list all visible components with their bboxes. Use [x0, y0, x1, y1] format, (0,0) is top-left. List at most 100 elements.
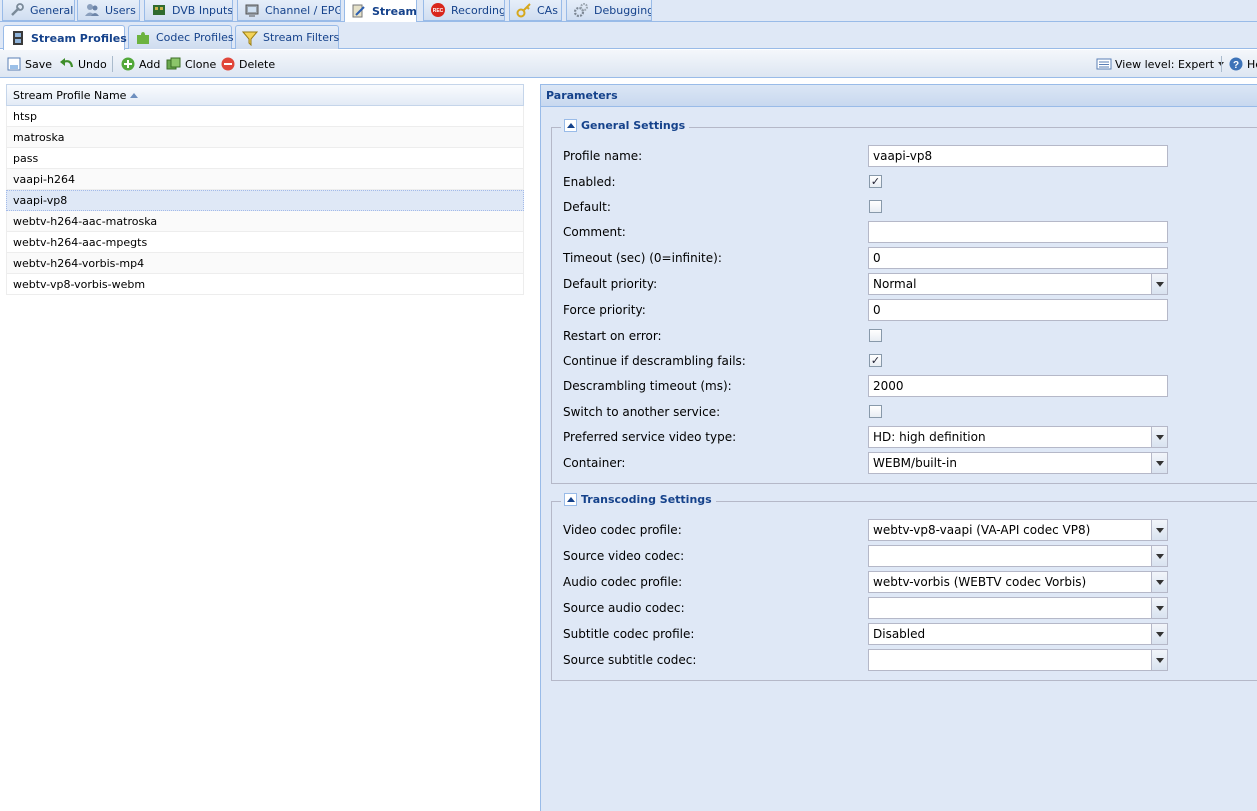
table-row[interactable]: webtv-h264-vorbis-mp4 [6, 253, 524, 274]
tab-label: Recording [451, 3, 505, 17]
force-priority-field[interactable]: 0 [868, 299, 1168, 321]
stream-icon [351, 3, 367, 19]
toolbar: Save Undo Add Clone Delete View level: E… [0, 50, 1257, 78]
tab-recording[interactable]: REC Recording [423, 0, 505, 21]
switch-service-checkbox[interactable] [869, 405, 882, 418]
comment-field[interactable] [868, 221, 1168, 243]
field-label: Source subtitle codec: [563, 653, 697, 667]
chevron-down-icon[interactable] [1151, 597, 1168, 619]
source-video-select[interactable] [868, 545, 1168, 567]
view-level-button[interactable]: View level: Expert [1096, 55, 1225, 73]
field-label: Timeout (sec) (0=infinite): [563, 251, 722, 265]
panel-splitter[interactable] [530, 78, 540, 811]
enabled-row: Enabled: ✓ [563, 171, 1173, 193]
restart-on-error-checkbox[interactable] [869, 329, 882, 342]
help-label: Help [1247, 57, 1257, 71]
field-label: Profile name: [563, 149, 643, 163]
continue-descrambling-checkbox[interactable]: ✓ [869, 354, 882, 367]
chevron-down-icon[interactable] [1151, 273, 1168, 295]
chevron-down-icon[interactable] [1151, 545, 1168, 567]
dvb-card-icon [151, 2, 167, 18]
collapse-icon[interactable] [564, 493, 577, 506]
tab-cas[interactable]: CAs [509, 0, 562, 21]
profile-name-row: Profile name: vaapi-vp8 [563, 145, 1173, 167]
tab-debugging[interactable]: Debugging [566, 0, 652, 21]
tab-users[interactable]: Users [77, 0, 140, 21]
delete-label: Delete [239, 57, 276, 71]
video-codec-select[interactable]: webtv-vp8-vaapi (VA-API codec VP8) [868, 519, 1168, 541]
view-level-label: View level: Expert [1115, 57, 1215, 71]
key-icon [516, 2, 532, 18]
select-value: Disabled [873, 627, 926, 641]
default-row: Default: [563, 196, 1173, 218]
table-row[interactable]: htsp [6, 106, 524, 127]
table-row-selected[interactable]: vaapi-vp8 [6, 190, 524, 211]
wrench-icon [9, 2, 25, 18]
restart-on-error-row: Restart on error: [563, 325, 1173, 347]
filter-icon [241, 30, 259, 46]
tab-codec-profiles[interactable]: Codec Profiles [128, 25, 234, 49]
collapse-icon[interactable] [564, 119, 577, 132]
chevron-down-icon[interactable] [1151, 623, 1168, 645]
subtitle-codec-select[interactable]: Disabled [868, 623, 1168, 645]
enabled-checkbox[interactable]: ✓ [869, 175, 882, 188]
save-button[interactable]: Save [6, 55, 52, 73]
audio-codec-select[interactable]: webtv-vorbis (WEBTV codec Vorbis) [868, 571, 1168, 593]
chevron-down-icon[interactable] [1151, 426, 1168, 448]
column-header-stream-profile-name[interactable]: Stream Profile Name [6, 84, 524, 106]
add-button[interactable]: Add [120, 55, 160, 73]
descrambling-timeout-field[interactable]: 2000 [868, 375, 1168, 397]
chevron-down-icon[interactable] [1151, 571, 1168, 593]
select-value: HD: high definition [873, 430, 986, 444]
rec-icon: REC [430, 2, 446, 18]
users-icon [84, 2, 100, 18]
table-row[interactable]: webtv-h264-aac-mpegts [6, 232, 524, 253]
tab-stream-filters[interactable]: Stream Filters [235, 25, 339, 49]
row-label: webtv-h264-aac-matroska [13, 214, 158, 228]
svg-text:?: ? [1233, 60, 1239, 71]
chevron-down-icon[interactable] [1151, 649, 1168, 671]
force-priority-row: Force priority: 0 [563, 299, 1173, 321]
tab-stream[interactable]: Stream [344, 0, 417, 22]
table-row[interactable]: vaapi-h264 [6, 169, 524, 190]
main-tab-bar: General Users DVB Inputs Channel / EPG S… [0, 0, 1257, 22]
undo-button[interactable]: Undo [59, 55, 107, 73]
field-label: Audio codec profile: [563, 575, 683, 589]
table-row[interactable]: pass [6, 148, 524, 169]
tab-stream-profiles[interactable]: Stream Profiles [3, 25, 127, 50]
tab-general[interactable]: General [2, 0, 75, 21]
table-row[interactable]: matroska [6, 127, 524, 148]
timeout-row: Timeout (sec) (0=infinite): 0 [563, 247, 1173, 269]
tab-channel-epg[interactable]: Channel / EPG [237, 0, 341, 21]
timeout-field[interactable]: 0 [868, 247, 1168, 269]
clone-button[interactable]: Clone [166, 55, 216, 73]
toolbar-separator [112, 56, 113, 72]
tab-label: DVB Inputs [172, 3, 233, 17]
field-label: Force priority: [563, 303, 646, 317]
source-audio-select[interactable] [868, 597, 1168, 619]
table-row[interactable]: webtv-h264-aac-matroska [6, 211, 524, 232]
undo-icon [59, 56, 75, 72]
chevron-down-icon[interactable] [1151, 519, 1168, 541]
save-icon [6, 56, 22, 72]
container-select[interactable]: WEBM/built-in [868, 452, 1168, 474]
chevron-down-icon[interactable] [1151, 452, 1168, 474]
tab-label: General [30, 3, 74, 17]
transcoding-settings-fieldset: Transcoding Settings Video codec profile… [551, 493, 1257, 681]
profile-name-field[interactable]: vaapi-vp8 [868, 145, 1168, 167]
delete-button[interactable]: Delete [220, 55, 275, 73]
stream-profiles-grid: Stream Profile Name htsp matroska pass v… [6, 84, 524, 296]
help-icon: ? [1228, 56, 1244, 72]
tab-dvb-inputs[interactable]: DVB Inputs [144, 0, 233, 21]
source-subtitle-select[interactable] [868, 649, 1168, 671]
preferred-video-select[interactable]: HD: high definition [868, 426, 1168, 448]
default-priority-select[interactable]: Normal [868, 273, 1168, 295]
field-label: Source audio codec: [563, 601, 685, 615]
field-label: Container: [563, 456, 626, 470]
add-icon [120, 56, 136, 72]
help-button[interactable]: ? Help [1228, 55, 1257, 73]
table-row[interactable]: webtv-vp8-vorbis-webm [6, 274, 524, 295]
field-label: Continue if descrambling fails: [563, 354, 746, 368]
film-icon [10, 30, 26, 46]
default-checkbox[interactable] [869, 200, 882, 213]
